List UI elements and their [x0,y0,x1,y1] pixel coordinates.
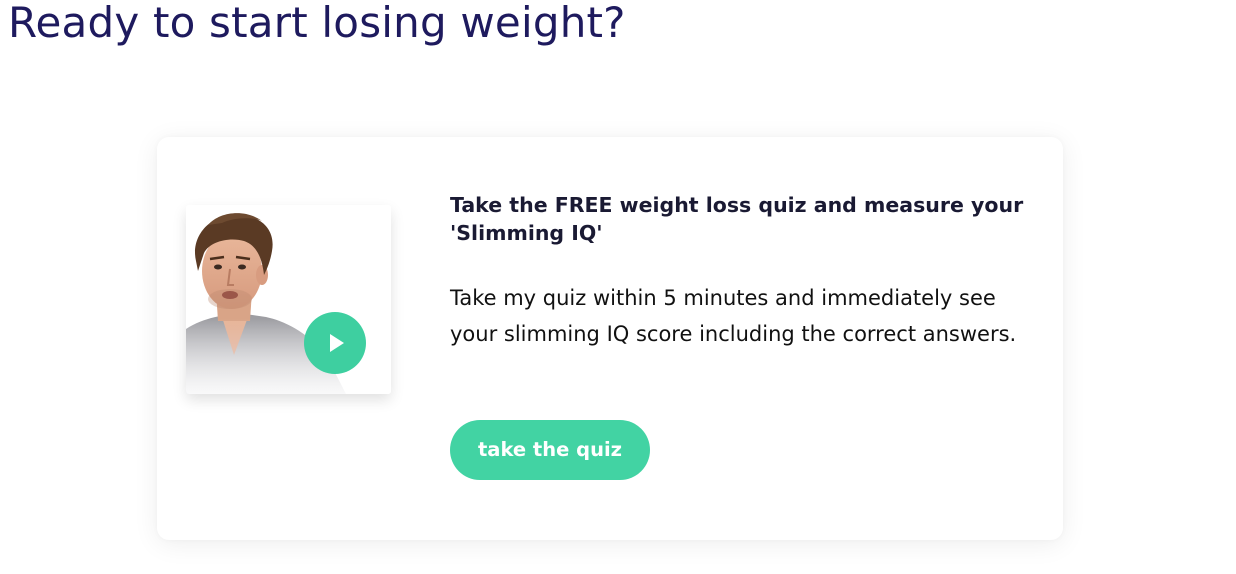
play-icon [330,334,344,352]
video-thumbnail[interactable] [186,205,391,394]
play-button[interactable] [304,312,366,374]
quiz-heading: Take the FREE weight loss quiz and measu… [450,193,1024,245]
page-title: Ready to start losing weight? [8,0,626,47]
presenter-photo [186,205,391,394]
quiz-card: Take the FREE weight loss quiz and measu… [157,137,1063,540]
quiz-description: Take my quiz within 5 minutes and immedi… [450,286,1017,346]
take-quiz-button[interactable]: take the quiz [450,420,650,480]
